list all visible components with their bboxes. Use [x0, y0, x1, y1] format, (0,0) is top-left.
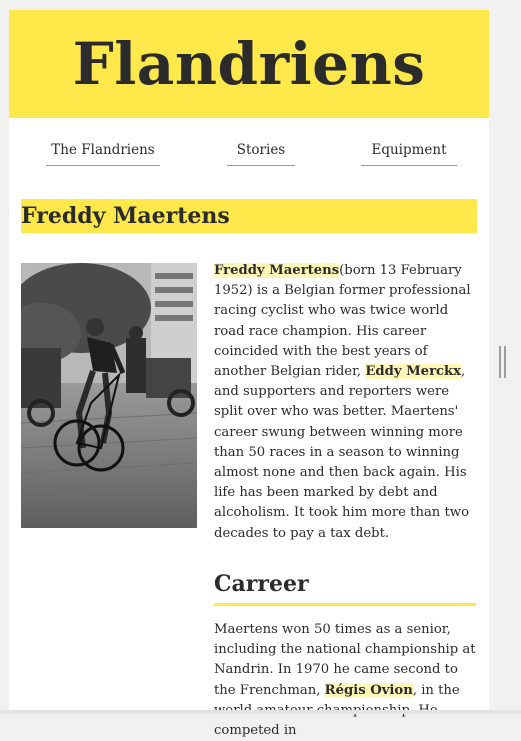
- nav-link-stories[interactable]: Stories: [227, 142, 295, 166]
- bio-paragraph: Freddy Maertens(born 13 February 1952) i…: [214, 261, 476, 544]
- nav-link-equipment[interactable]: Equipment: [361, 142, 457, 166]
- cyclist-photo-icon: [21, 263, 197, 528]
- bio-text-2: , and supporters and reporters were spli…: [214, 364, 470, 541]
- career-paragraph: Maertens won 50 times as a senior, inclu…: [214, 620, 476, 741]
- career-heading: Carreer: [214, 571, 476, 606]
- link-regis-ovion[interactable]: Régis Ovion: [324, 682, 413, 698]
- bio-text-1: (born 13 February 1952) is a Belgian for…: [214, 263, 471, 380]
- article-heading-bar: Freddy Maertens: [21, 199, 477, 233]
- article-heading: Freddy Maertens: [21, 203, 230, 229]
- link-eddy-merckx[interactable]: Eddy Merckx: [365, 364, 462, 380]
- resize-handle[interactable]: [499, 346, 506, 378]
- resize-handle-bar-left: [499, 346, 501, 378]
- cyclist-photo: [21, 263, 197, 528]
- bio-name-highlight: Freddy Maertens: [214, 263, 340, 278]
- window-bottom-edge: [0, 710, 521, 714]
- nav-link-the-flandriens[interactable]: The Flandriens: [46, 142, 160, 166]
- site-title: Flandriens: [72, 30, 426, 98]
- main-nav: The Flandriens Stories Equipment: [9, 118, 489, 184]
- resize-handle-bar-right: [504, 346, 506, 378]
- masthead: Flandriens: [9, 10, 489, 118]
